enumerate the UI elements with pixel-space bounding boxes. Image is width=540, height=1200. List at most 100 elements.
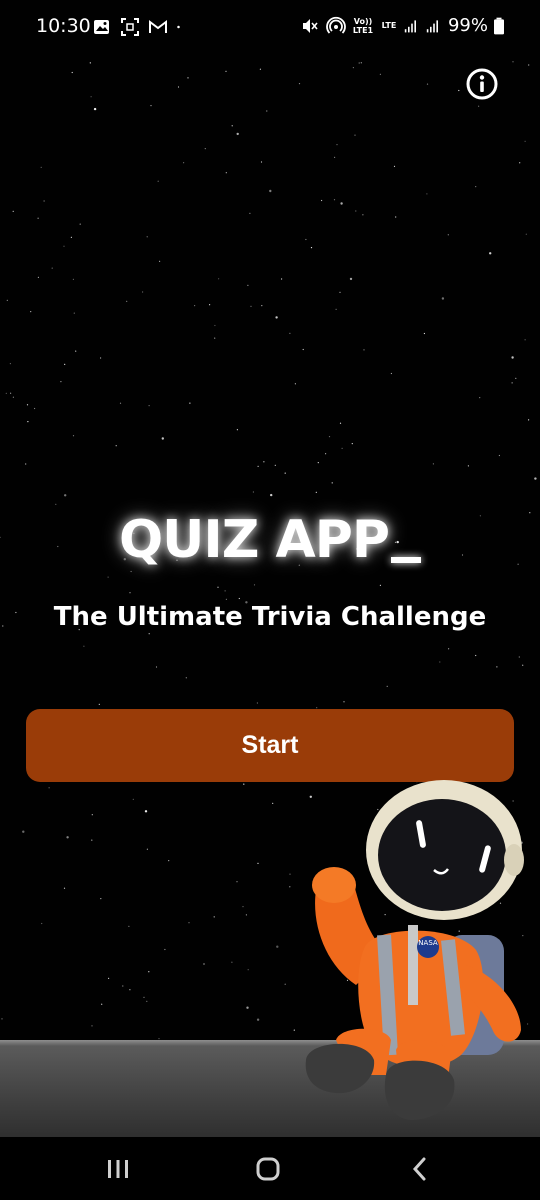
gmail-icon: [149, 20, 167, 33]
star: [129, 989, 131, 991]
star: [524, 339, 526, 341]
star: [298, 83, 301, 85]
star: [144, 810, 148, 813]
star: [71, 71, 73, 74]
star: [266, 110, 268, 112]
hotspot-icon: [326, 16, 346, 34]
star: [475, 186, 477, 188]
star: [72, 435, 75, 437]
star: [289, 873, 291, 875]
star: [441, 297, 445, 300]
star: [41, 922, 43, 925]
start-button[interactable]: Start: [26, 709, 514, 782]
star: [98, 703, 100, 706]
star: [12, 210, 14, 212]
star: [194, 305, 196, 307]
star: [379, 584, 381, 587]
star: [217, 586, 219, 588]
star: [515, 377, 517, 379]
star: [243, 783, 245, 785]
star: [317, 462, 319, 464]
star: [63, 887, 66, 889]
star: [115, 445, 117, 447]
star: [75, 350, 77, 352]
star: [518, 656, 520, 658]
star: [146, 848, 148, 850]
star: [101, 1003, 103, 1005]
star: [209, 304, 211, 306]
star: [289, 886, 291, 888]
app-title: QUIZ APP: [118, 510, 390, 570]
star: [91, 814, 93, 816]
star: [126, 300, 128, 302]
star: [363, 349, 365, 351]
star: [100, 357, 102, 359]
star: [256, 702, 258, 704]
star: [467, 465, 469, 467]
battery-percentage: 99%: [447, 15, 488, 36]
star: [336, 144, 338, 146]
star: [64, 363, 66, 365]
star: [187, 77, 189, 79]
star: [310, 247, 313, 249]
star: [148, 633, 150, 635]
star: [130, 570, 132, 573]
star: [189, 402, 191, 404]
star: [256, 1018, 260, 1021]
recent-apps-icon[interactable]: [98, 1151, 138, 1187]
status-bar: 10:30 Vo)) LTE1 LTE 99%: [0, 0, 540, 54]
star: [284, 472, 286, 474]
star: [63, 245, 65, 247]
star: [275, 316, 278, 319]
star: [252, 491, 254, 493]
star: [247, 969, 249, 971]
star: [90, 96, 92, 98]
star: [168, 860, 170, 862]
star: [119, 402, 122, 404]
gallery-icon: [94, 20, 109, 34]
star: [439, 661, 441, 663]
star: [351, 443, 353, 445]
star: [339, 291, 341, 293]
star: [37, 276, 40, 278]
star: [5, 392, 7, 394]
star: [263, 461, 265, 463]
star: [83, 645, 85, 647]
star: [142, 291, 144, 293]
back-icon[interactable]: [400, 1151, 440, 1187]
volte-icon: Vo)) LTE1: [352, 16, 374, 35]
star: [93, 107, 97, 111]
star: [528, 64, 530, 66]
star: [448, 648, 450, 650]
star: [22, 830, 25, 833]
star: [489, 252, 492, 255]
home-icon[interactable]: [248, 1151, 288, 1187]
star: [34, 407, 36, 410]
star: [164, 948, 166, 951]
star: [63, 494, 67, 497]
star: [27, 421, 29, 423]
star: [72, 278, 74, 280]
star: [224, 590, 226, 592]
star: [214, 337, 216, 339]
star: [250, 305, 252, 307]
star: [100, 898, 102, 900]
star: [379, 73, 381, 75]
star: [354, 134, 356, 136]
star: [249, 212, 251, 214]
star: [315, 491, 317, 493]
star: [349, 277, 353, 281]
info-icon[interactable]: [466, 68, 498, 100]
star: [26, 404, 29, 406]
star: [245, 914, 247, 916]
star: [479, 397, 481, 399]
star: [257, 862, 259, 865]
star: [395, 216, 397, 218]
star: [146, 1000, 148, 1003]
star: [362, 214, 364, 216]
star: [6, 299, 8, 301]
star: [511, 356, 514, 359]
star: [498, 454, 500, 457]
star: [270, 493, 273, 497]
star: [390, 372, 392, 375]
